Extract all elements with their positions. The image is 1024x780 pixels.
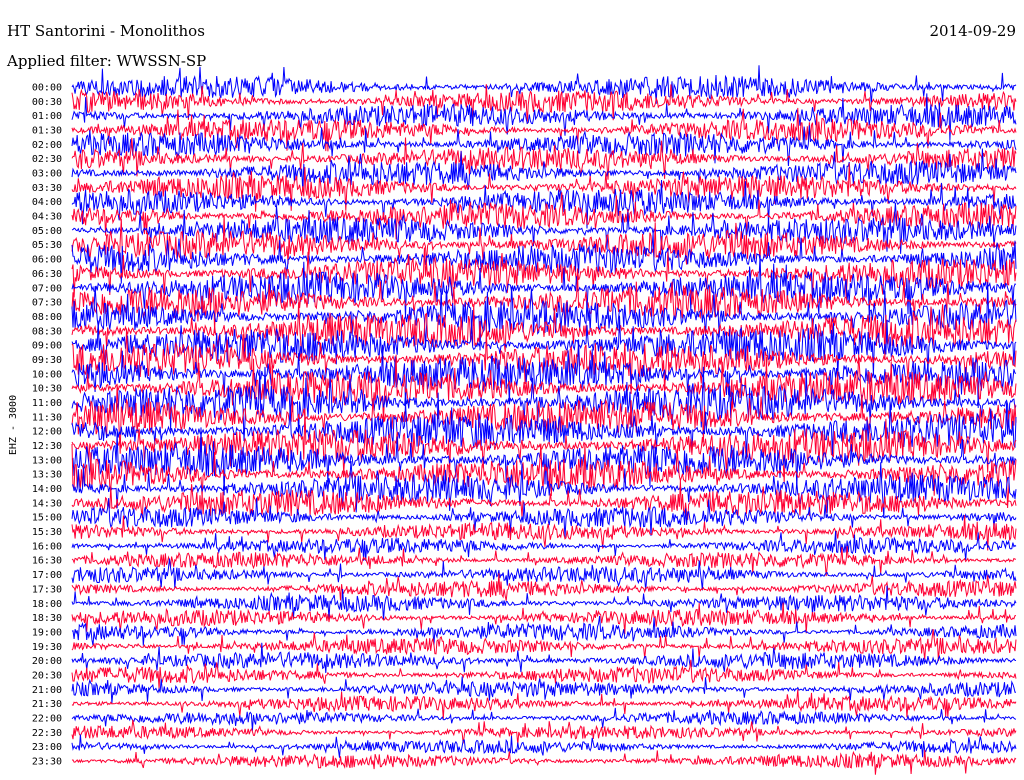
time-tick-label: 03:00 — [32, 169, 62, 180]
time-tick-label: 15:30 — [32, 527, 62, 538]
time-tick-label: 02:00 — [32, 140, 62, 151]
time-tick-label: 00:30 — [32, 97, 62, 108]
time-tick-label: 08:30 — [32, 326, 62, 337]
time-tick-label: 22:30 — [32, 728, 62, 739]
time-tick-label: 16:00 — [32, 541, 62, 552]
time-tick-label: 20:30 — [32, 670, 62, 681]
station-title: HT Santorini - Monolithos — [7, 22, 205, 40]
helicorder-plot: 00:00 00:30 01:00 01:30 02:00 02:30 03:00 03:30… — [0, 0, 1024, 780]
time-tick-label: 09:30 — [32, 355, 62, 366]
time-tick-label: 19:00 — [32, 627, 62, 638]
time-tick-label: 10:30 — [32, 384, 62, 395]
time-tick-label: 07:00 — [32, 283, 62, 294]
time-tick-label: 04:00 — [32, 197, 62, 208]
time-tick-label: 19:30 — [32, 642, 62, 653]
time-tick-label: 16:30 — [32, 556, 62, 567]
time-tick-label: 23:30 — [32, 757, 62, 768]
chart-date: 2014-09-29 — [930, 22, 1016, 40]
time-tick-label: 22:00 — [32, 713, 62, 724]
time-tick-label: 17:00 — [32, 570, 62, 581]
time-tick-label: 06:00 — [32, 255, 62, 266]
time-tick-label: 23:00 — [32, 742, 62, 753]
time-tick-label: 05:00 — [32, 226, 62, 237]
time-tick-label: 12:00 — [32, 427, 62, 438]
time-tick-label: 08:00 — [32, 312, 62, 323]
filter-label: Applied filter: WWSSN-SP — [6, 52, 206, 70]
time-tick-label: 20:00 — [32, 656, 62, 667]
time-tick-label: 11:00 — [32, 398, 62, 409]
time-tick-label: 06:30 — [32, 269, 62, 280]
time-tick-label: 00:00 — [32, 83, 62, 94]
time-tick-label: 05:30 — [32, 240, 62, 251]
time-tick-label: 01:00 — [32, 111, 62, 122]
time-tick-label: 02:30 — [32, 154, 62, 165]
time-tick-label: 11:30 — [32, 412, 62, 423]
time-tick-label: 17:30 — [32, 584, 62, 595]
time-tick-label: 14:30 — [32, 498, 62, 509]
time-tick-label: 21:30 — [32, 699, 62, 710]
time-tick-label: 13:00 — [32, 455, 62, 466]
time-tick-label: 12:30 — [32, 441, 62, 452]
time-tick-label: 09:00 — [32, 341, 62, 352]
channel-axis-label: EHZ - 3000 — [8, 395, 19, 455]
time-tick-label: 03:30 — [32, 183, 62, 194]
time-tick-label: 14:00 — [32, 484, 62, 495]
time-tick-label: 21:00 — [32, 685, 62, 696]
time-tick-label: 01:30 — [32, 126, 62, 137]
time-tick-label: 18:00 — [32, 599, 62, 610]
time-tick-label: 10:00 — [32, 369, 62, 380]
time-tick-label: 18:30 — [32, 613, 62, 624]
time-tick-label: 07:30 — [32, 298, 62, 309]
time-tick-label: 04:30 — [32, 212, 62, 223]
time-tick-label: 13:30 — [32, 470, 62, 481]
time-tick-label: 15:00 — [32, 513, 62, 524]
